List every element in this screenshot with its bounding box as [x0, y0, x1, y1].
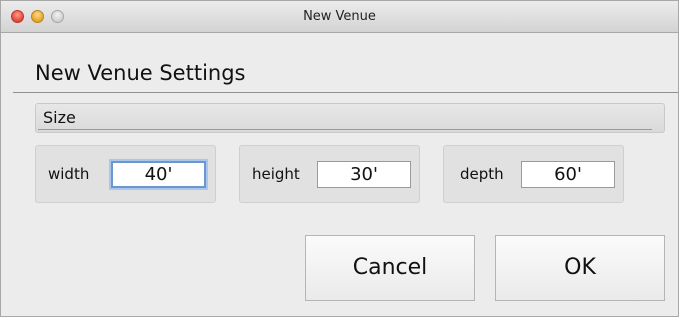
- width-input[interactable]: 40': [111, 161, 206, 188]
- ok-button[interactable]: OK: [495, 235, 665, 301]
- depth-label: depth: [460, 165, 504, 183]
- heading-divider: [13, 92, 678, 93]
- cancel-button[interactable]: Cancel: [305, 235, 475, 301]
- settings-heading: New Venue Settings: [35, 61, 246, 85]
- height-input[interactable]: 30': [317, 161, 411, 188]
- window-title: New Venue: [303, 9, 376, 24]
- size-section-divider: [38, 129, 652, 130]
- height-label: height: [252, 165, 300, 183]
- width-field-group: width 40': [35, 145, 216, 203]
- title-bar[interactable]: New Venue: [1, 1, 678, 33]
- width-label: width: [48, 165, 90, 183]
- size-section-header: Size: [35, 103, 665, 133]
- depth-field-group: depth 60': [443, 145, 624, 203]
- height-field-group: height 30': [239, 145, 420, 203]
- new-venue-window: New Venue New Venue Settings Size width …: [0, 0, 679, 317]
- depth-input[interactable]: 60': [521, 161, 615, 188]
- size-section-label: Size: [43, 108, 76, 127]
